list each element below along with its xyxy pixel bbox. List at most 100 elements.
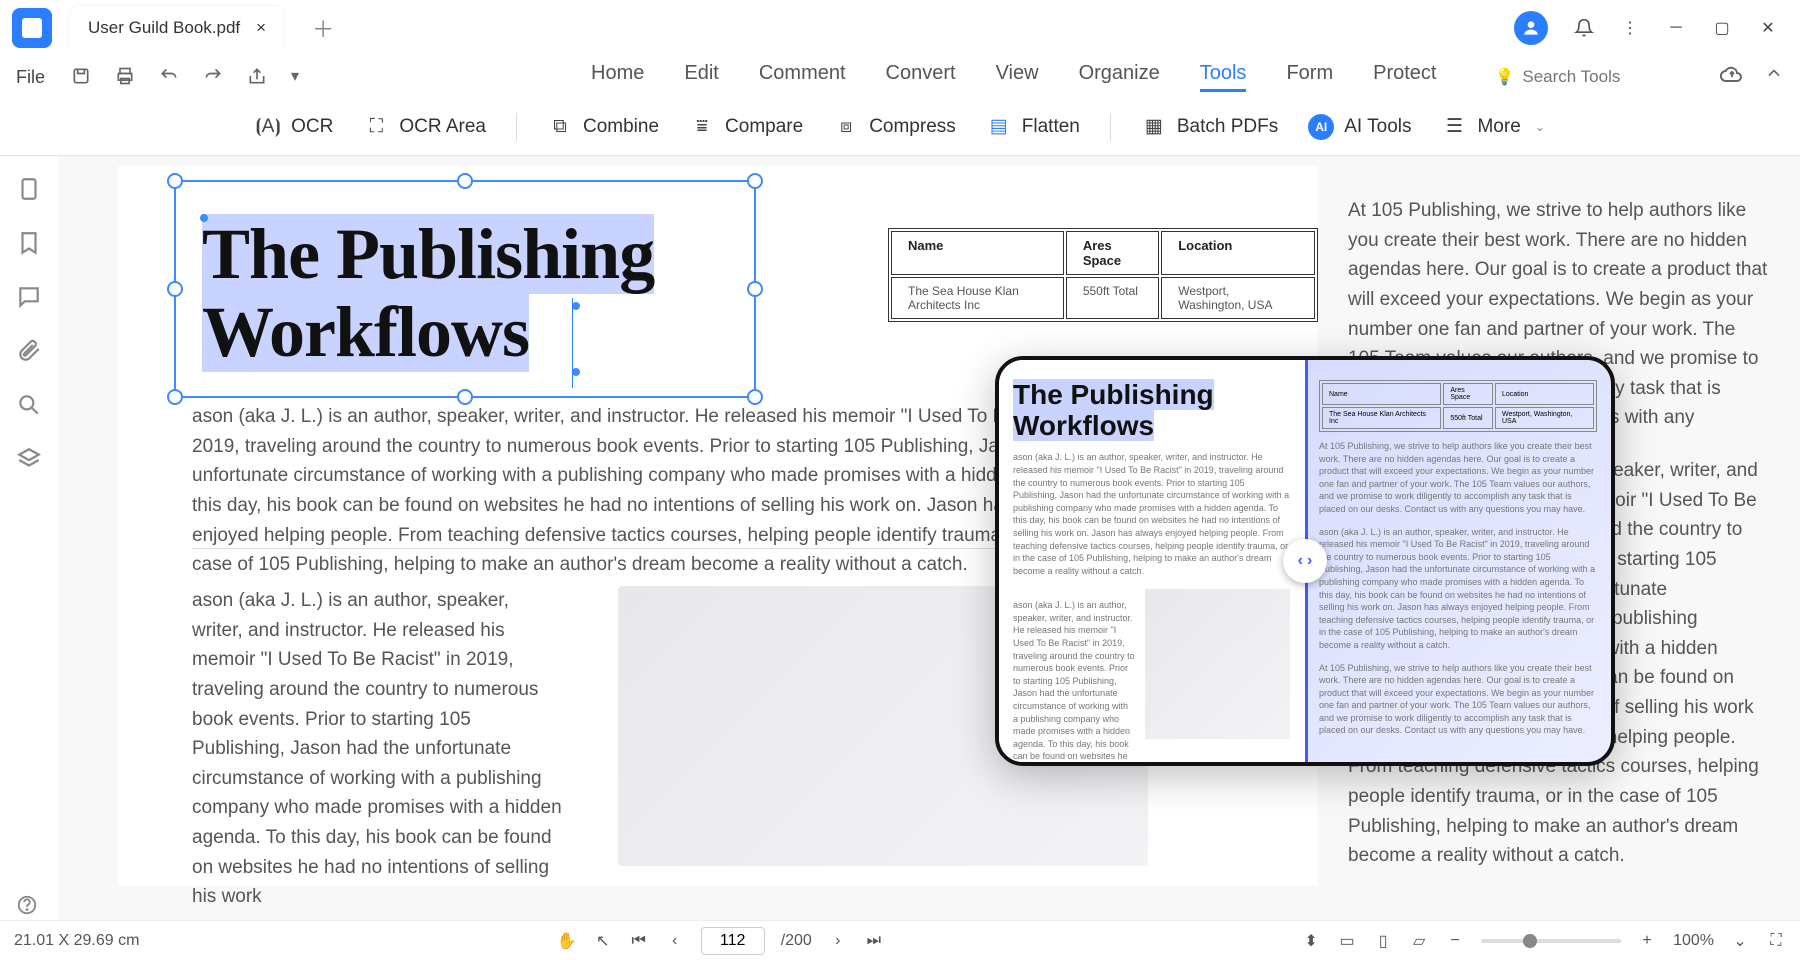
share-icon[interactable] — [247, 66, 269, 88]
tab-form[interactable]: Form — [1286, 62, 1333, 92]
maximize-icon[interactable]: ▢ — [1712, 18, 1732, 38]
layers-icon[interactable] — [16, 446, 42, 472]
page-number-input[interactable] — [701, 927, 765, 955]
next-page-icon[interactable]: › — [828, 931, 848, 951]
compress-button[interactable]: ⧈ Compress — [833, 114, 956, 140]
more-icon: ☰ — [1441, 114, 1467, 140]
kebab-menu-icon[interactable]: ⋮ — [1620, 18, 1640, 38]
flatten-label: Flatten — [1022, 116, 1080, 138]
cmp-right-text1: At 105 Publishing, we strive to help aut… — [1319, 440, 1597, 516]
undo-icon[interactable] — [159, 66, 181, 88]
batch-button[interactable]: ▦Batch PDFs — [1141, 114, 1278, 140]
app-logo[interactable] — [12, 8, 52, 48]
cmp-image — [1145, 589, 1290, 739]
print-icon[interactable] — [115, 66, 137, 88]
resize-handle[interactable] — [747, 173, 763, 189]
text-handle[interactable] — [200, 214, 208, 222]
text-handle[interactable] — [572, 302, 580, 310]
ocr-label: OCR — [291, 116, 333, 138]
ocr-button[interactable]: ⦗A⦘ OCR — [255, 114, 333, 140]
zoom-slider[interactable] — [1481, 939, 1621, 943]
cmp-left-text2: ason (aka J. L.) is an author, speaker, … — [1013, 599, 1135, 766]
page-total: /200 — [781, 932, 812, 950]
attachments-icon[interactable] — [16, 338, 42, 364]
compare-right-pane: NameAres SpaceLocation The Sea House Kla… — [1305, 360, 1611, 762]
last-page-icon[interactable]: ⏭ — [864, 931, 884, 951]
search-input[interactable] — [1522, 67, 1662, 87]
close-icon[interactable]: ✕ — [1758, 18, 1778, 38]
cloud-upload-icon[interactable] — [1720, 63, 1744, 92]
cmp-title-2: Workflows — [1013, 410, 1154, 441]
tab-edit[interactable]: Edit — [684, 62, 718, 92]
minimize-icon[interactable]: ─ — [1666, 18, 1686, 38]
tab-view[interactable]: View — [996, 62, 1039, 92]
tab-tools[interactable]: Tools — [1200, 62, 1247, 92]
prev-page-icon[interactable]: ‹ — [665, 931, 685, 951]
th-location: Location — [1161, 231, 1315, 275]
search-panel-icon[interactable] — [16, 392, 42, 418]
save-icon[interactable] — [71, 66, 93, 88]
compress-icon: ⧈ — [833, 114, 859, 140]
file-menu[interactable]: File — [16, 67, 45, 88]
resize-handle[interactable] — [167, 281, 183, 297]
zoom-out-icon[interactable]: − — [1445, 931, 1465, 951]
compress-label: Compress — [869, 116, 956, 138]
new-tab-button[interactable]: ＋ — [312, 12, 334, 44]
flatten-button[interactable]: ▤Flatten — [986, 114, 1080, 140]
more-button[interactable]: ☰More⌄ — [1441, 114, 1544, 140]
ocr-area-label: OCR Area — [399, 116, 486, 138]
first-page-icon[interactable]: ⏮ — [629, 931, 649, 951]
page-dimensions: 21.01 X 29.69 cm — [14, 932, 139, 950]
resize-handle[interactable] — [747, 281, 763, 297]
single-page-icon[interactable]: ▯ — [1373, 931, 1393, 951]
combine-button[interactable]: ⧉Combine — [547, 114, 659, 140]
redo-icon[interactable] — [203, 66, 225, 88]
tab-protect[interactable]: Protect — [1373, 62, 1436, 92]
fit-page-icon[interactable]: ▭ — [1337, 931, 1357, 951]
quick-dropdown-icon[interactable]: ▾ — [291, 66, 313, 88]
resize-handle[interactable] — [457, 173, 473, 189]
ocr-area-icon: ⛶ — [363, 114, 389, 140]
search-tools[interactable]: 💡 — [1494, 67, 1662, 87]
compare-button[interactable]: ⩸Compare — [689, 114, 803, 140]
two-page-icon[interactable]: ▱ — [1409, 931, 1429, 951]
compare-preview-overlay[interactable]: The PublishingWorkflows ason (aka J. L.)… — [995, 356, 1615, 766]
cmp-right-text2: ason (aka J. L.) is an author, speaker, … — [1319, 526, 1597, 652]
tab-close-icon[interactable]: × — [256, 18, 266, 38]
ocr-icon: ⦗A⦘ — [255, 114, 281, 140]
left-column-text: ason (aka J. L.) is an author, speaker, … — [192, 586, 562, 912]
tab-comment[interactable]: Comment — [759, 62, 846, 92]
ocr-area-button[interactable]: ⛶ OCR Area — [363, 114, 486, 140]
zoom-dropdown-icon[interactable]: ⌄ — [1730, 931, 1750, 951]
text-handle[interactable] — [572, 368, 580, 376]
document-tab[interactable]: User Guild Book.pdf × — [70, 6, 284, 50]
help-icon[interactable] — [16, 894, 42, 920]
hand-tool-icon[interactable]: ✋ — [557, 931, 577, 951]
bookmarks-icon[interactable] — [16, 230, 42, 256]
text-selection-box[interactable]: The Publishing Workflows — [174, 180, 756, 398]
thumbnails-icon[interactable] — [16, 176, 42, 202]
resize-handle[interactable] — [167, 389, 183, 405]
divider — [192, 548, 1112, 549]
comments-icon[interactable] — [16, 284, 42, 310]
zoom-in-icon[interactable]: + — [1637, 931, 1657, 951]
notification-icon[interactable] — [1574, 18, 1594, 38]
fit-width-icon[interactable]: ⬍ — [1301, 931, 1321, 951]
tab-home[interactable]: Home — [591, 62, 644, 92]
lightbulb-icon: 💡 — [1494, 67, 1514, 87]
tab-organize[interactable]: Organize — [1079, 62, 1160, 92]
fullscreen-icon[interactable]: ⛶ — [1766, 931, 1786, 951]
document-canvas[interactable]: The Publishing Workflows ason (aka J. L.… — [58, 156, 1800, 920]
batch-label: Batch PDFs — [1177, 116, 1278, 138]
titlebar: User Guild Book.pdf × ＋ ⋮ ─ ▢ ✕ — [0, 0, 1800, 56]
compare-slider-knob[interactable]: ‹› — [1283, 539, 1327, 583]
collapse-ribbon-icon[interactable] — [1764, 63, 1784, 92]
user-avatar[interactable] — [1514, 11, 1548, 45]
tab-convert[interactable]: Convert — [886, 62, 956, 92]
resize-handle[interactable] — [167, 173, 183, 189]
cmp-table: NameAres SpaceLocation The Sea House Kla… — [1319, 380, 1597, 432]
select-tool-icon[interactable]: ↖ — [593, 931, 613, 951]
combine-icon: ⧉ — [547, 114, 573, 140]
cmp-title-1: The Publishing — [1013, 379, 1214, 410]
ai-tools-button[interactable]: AIAI Tools — [1308, 114, 1411, 140]
